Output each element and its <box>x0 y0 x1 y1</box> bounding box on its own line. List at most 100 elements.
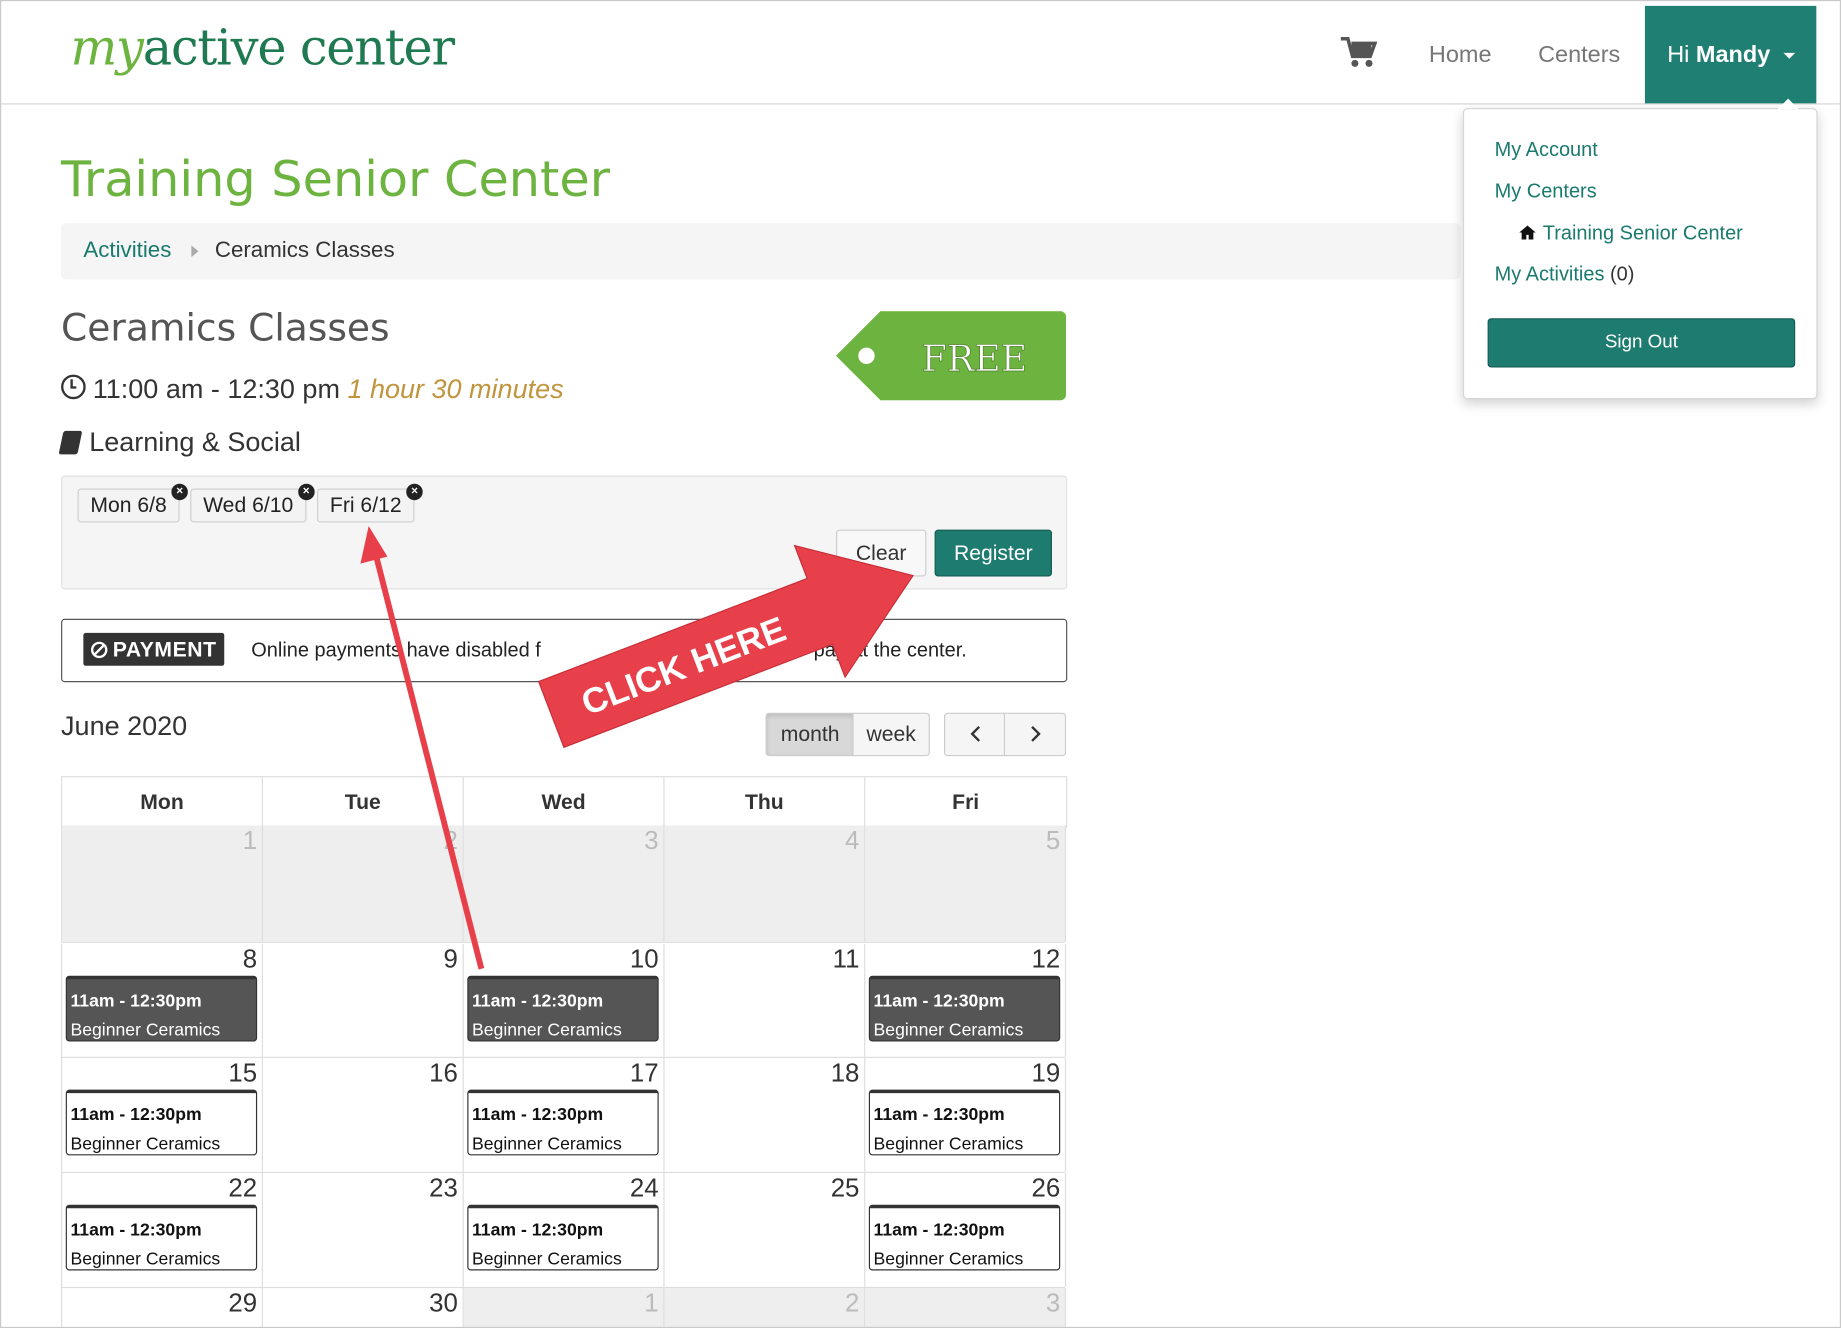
nav-home-link[interactable]: Home <box>1429 42 1492 69</box>
weekday-header: Tue <box>263 777 464 827</box>
brand-logo[interactable]: myactive center <box>70 18 455 77</box>
calendar-day-cell[interactable]: 2 <box>664 1288 866 1328</box>
page-title: Training Senior Center <box>61 150 610 208</box>
calendar-event[interactable]: 11am - 12:30pm Beginner Ceramics <box>868 1204 1061 1271</box>
calendar-day-cell[interactable]: 16 <box>263 1057 464 1172</box>
calendar-day-cell[interactable]: 9 <box>263 944 464 1057</box>
day-number: 23 <box>429 1173 458 1203</box>
remove-date-icon[interactable]: × <box>406 483 423 501</box>
activity-duration: 1 hour 30 minutes <box>347 373 564 404</box>
calendar-event[interactable]: 11am - 12:30pm Beginner Ceramics <box>65 1089 258 1156</box>
event-time: 11am - 12:30pm <box>471 991 604 1011</box>
calendar-day-cell[interactable]: 17 11am - 12:30pm Beginner Ceramics <box>464 1057 665 1172</box>
event-name: Beginner Ceramics <box>471 1020 622 1041</box>
selected-event[interactable]: 11am - 12:30pm Beginner Ceramics <box>65 975 258 1042</box>
calendar-day-cell[interactable]: 1 <box>463 1288 665 1328</box>
logo-my: my <box>70 18 143 77</box>
day-number: 17 <box>629 1057 659 1088</box>
event-name: Beginner Ceramics <box>471 1249 622 1270</box>
calendar-event[interactable]: 11am - 12:30pm Beginner Ceramics <box>868 1089 1061 1156</box>
payment-text-left: Online payments have disabled f <box>251 638 541 662</box>
sign-out-button[interactable]: Sign Out <box>1487 318 1796 368</box>
calendar-event[interactable]: 11am - 12:30pm Beginner Ceramics <box>65 1204 258 1271</box>
calendar-day-cell[interactable]: 3 <box>865 1288 1067 1328</box>
clock-icon <box>61 374 86 400</box>
day-number: 9 <box>443 944 458 974</box>
payment-text-right: pay at the center. <box>813 638 967 662</box>
event-name: Beginner Ceramics <box>873 1134 1024 1155</box>
event-time: 11am - 12:30pm <box>471 1104 604 1125</box>
menu-my-account[interactable]: My Account <box>1495 139 1598 162</box>
home-icon <box>1519 225 1536 240</box>
calendar-day-cell[interactable]: 24 11am - 12:30pm Beginner Ceramics <box>464 1173 665 1287</box>
selected-date-chip: Fri 6/12 × <box>317 483 423 523</box>
day-number: 22 <box>228 1173 258 1203</box>
event-time: 11am - 12:30pm <box>471 1219 604 1240</box>
selected-date-chip: Wed 6/10 × <box>190 483 315 523</box>
day-number: 29 <box>228 1288 258 1318</box>
user-menu-toggle[interactable]: Hi Mandy <box>1644 5 1817 104</box>
calendar-event[interactable]: 11am - 12:30pm Beginner Ceramics <box>467 1089 659 1156</box>
month-view-button[interactable]: month <box>765 712 855 757</box>
calendar-day-cell[interactable]: 25 <box>665 1173 866 1287</box>
calendar-day-cell[interactable]: 4 <box>664 825 866 942</box>
calendar-day-cell[interactable]: 5 <box>865 825 1067 942</box>
calendar-day-cell[interactable]: 23 <box>263 1173 464 1287</box>
calendar-day-cell[interactable]: 2 <box>262 825 464 942</box>
calendar-day-cell[interactable]: 19 11am - 12:30pm Beginner Ceramics <box>865 1057 1067 1172</box>
menu-my-activities[interactable]: My Activities (0) <box>1495 263 1635 286</box>
previous-month-button[interactable] <box>943 712 1007 757</box>
activity-category-row: Learning & Social <box>58 426 301 458</box>
event-name: Beginner Ceramics <box>873 1249 1024 1270</box>
menu-my-centers[interactable]: My Centers <box>1495 180 1597 203</box>
calendar-day-cell[interactable]: 30 <box>263 1288 464 1328</box>
calendar-day-cell[interactable]: 15 11am - 12:30pm Beginner Ceramics <box>62 1057 263 1172</box>
event-time: 11am - 12:30pm <box>873 991 1005 1011</box>
clear-button[interactable]: Clear <box>835 529 927 577</box>
day-number: 5 <box>1045 825 1061 855</box>
calendar-day-cell[interactable]: 29 <box>62 1288 263 1328</box>
calendar-event[interactable]: 11am - 12:30pm Beginner Ceramics <box>467 1204 659 1271</box>
day-number: 24 <box>629 1173 659 1203</box>
calendar-day-cell[interactable]: 22 11am - 12:30pm Beginner Ceramics <box>62 1173 263 1287</box>
disabled-icon <box>90 641 108 659</box>
day-number: 2 <box>443 825 458 855</box>
week-view-button[interactable]: week <box>852 712 930 757</box>
cart-icon[interactable] <box>1340 35 1378 70</box>
logo-text: active center <box>142 18 455 77</box>
breadcrumb-current: Ceramics Classes <box>214 238 395 264</box>
calendar-day-cell[interactable]: 3 <box>463 825 665 942</box>
calendar-day-cell[interactable]: 18 <box>665 1057 866 1172</box>
calendar-day-cell[interactable]: 11 <box>665 944 866 1057</box>
activity-time: 11:00 am - 12:30 pm <box>92 373 340 404</box>
menu-center-link[interactable]: Training Senior Center <box>1518 222 1743 245</box>
calendar-week-row: 22 11am - 12:30pm Beginner Ceramics 23 24 11a… <box>61 1173 1067 1289</box>
breadcrumb-activities[interactable]: Activities <box>83 238 171 264</box>
payment-badge: PAYMENT <box>83 632 224 666</box>
remove-date-icon[interactable]: × <box>297 483 315 501</box>
nav-centers-link[interactable]: Centers <box>1538 42 1620 69</box>
calendar-day-cell[interactable]: 8 11am - 12:30pm Beginner Ceramics <box>62 944 263 1057</box>
chevron-right-icon <box>1030 725 1041 742</box>
selected-event[interactable]: 11am - 12:30pm Beginner Ceramics <box>868 975 1061 1042</box>
register-button[interactable]: Register <box>934 529 1052 577</box>
day-number: 1 <box>644 1288 659 1318</box>
remove-date-icon[interactable]: × <box>171 483 188 501</box>
event-time: 11am - 12:30pm <box>70 1104 202 1125</box>
calendar-day-cell[interactable]: 1 <box>62 825 263 942</box>
calendar-week-row: 8 11am - 12:30pm Beginner Ceramics 9 10 11am … <box>61 944 1067 1058</box>
calendar-day-cell[interactable]: 26 11am - 12:30pm Beginner Ceramics <box>865 1173 1067 1287</box>
calendar-day-cell[interactable]: 12 11am - 12:30pm Beginner Ceramics <box>865 944 1067 1057</box>
dropdown-notch <box>1777 98 1799 110</box>
calendar-title: June 2020 <box>61 710 188 741</box>
breadcrumb: Activities Ceramics Classes <box>61 223 1461 280</box>
activities-count: (0) <box>1610 263 1635 286</box>
selected-event[interactable]: 11am - 12:30pm Beginner Ceramics <box>467 975 659 1042</box>
day-number: 4 <box>845 825 860 855</box>
price-label: FREE <box>922 337 1028 380</box>
next-month-button[interactable] <box>1003 712 1067 757</box>
event-time: 11am - 12:30pm <box>873 1104 1005 1125</box>
activity-title: Ceramics Classes <box>61 305 390 350</box>
calendar-day-cell[interactable]: 10 11am - 12:30pm Beginner Ceramics <box>464 944 665 1057</box>
event-name: Beginner Ceramics <box>70 1020 221 1041</box>
